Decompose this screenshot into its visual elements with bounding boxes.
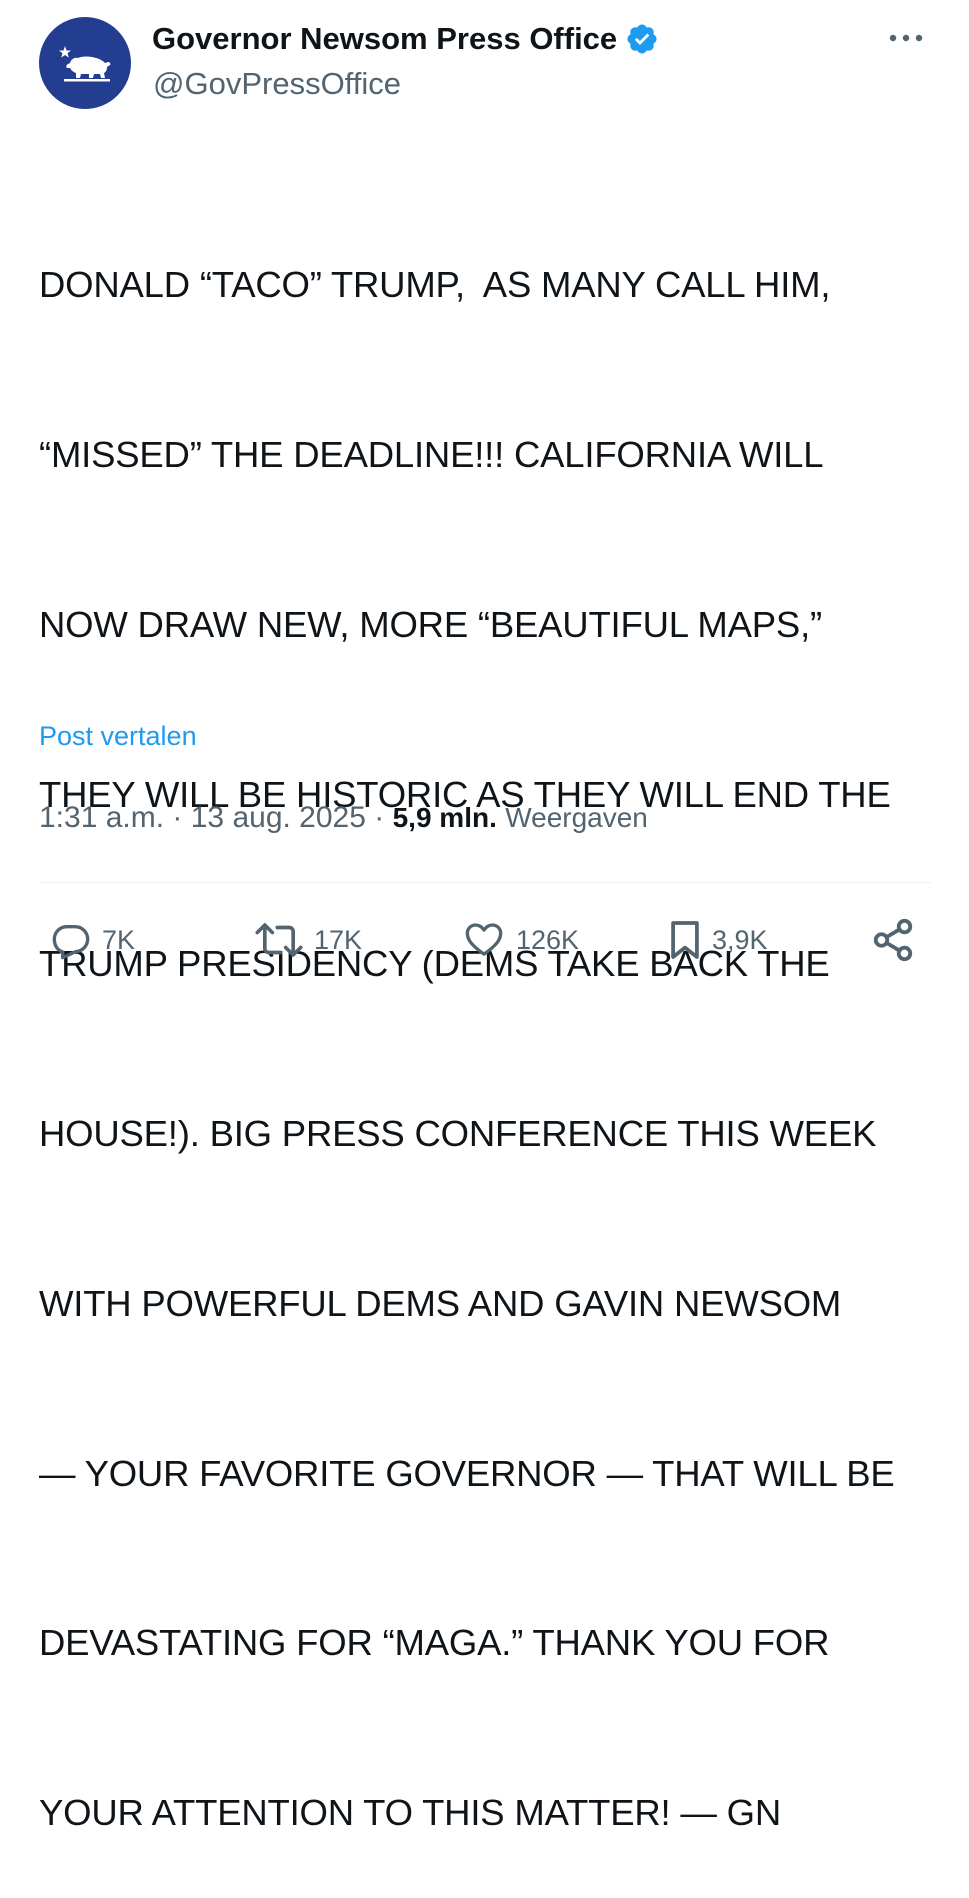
like-count: 126K bbox=[516, 924, 580, 955]
tweet-text-line: NOW DRAW NEW, MORE “BEAUTIFUL MAPS,” bbox=[39, 603, 822, 645]
bookmark-count: 3,9K bbox=[712, 924, 768, 955]
repost-button[interactable]: 17K bbox=[254, 915, 362, 965]
more-options-icon[interactable] bbox=[884, 22, 928, 54]
post-date[interactable]: 13 aug. 2025 bbox=[191, 801, 366, 834]
tweet-text-line: “MISSED” THE DEADLINE!!! CALIFORNIA WILL bbox=[39, 433, 824, 475]
share-button[interactable] bbox=[870, 915, 916, 965]
author-handle[interactable]: @GovPressOffice bbox=[153, 65, 401, 103]
repost-count: 17K bbox=[314, 924, 363, 955]
reply-button[interactable]: 7K bbox=[50, 915, 135, 965]
translate-post-link[interactable]: Post vertalen bbox=[39, 716, 197, 756]
views-count: 5,9 mln. bbox=[392, 802, 497, 833]
tweet-text-line: DEVASTATING FOR “MAGA.” THANK YOU FOR bbox=[39, 1622, 830, 1664]
tweet-text-line: YOUR ATTENTION TO THIS MATTER! — GN bbox=[39, 1792, 781, 1834]
author-display-name[interactable]: Governor Newsom Press Office bbox=[152, 20, 617, 58]
california-bear-icon bbox=[59, 46, 111, 82]
repost-icon bbox=[255, 923, 303, 957]
avatar[interactable] bbox=[39, 17, 131, 109]
divider bbox=[39, 882, 931, 883]
verified-badge-icon[interactable] bbox=[625, 22, 659, 56]
meta-separator: · bbox=[365, 801, 393, 834]
tweet-meta: 1:31 a.m. · 13 aug. 2025 · 5,9 mln. Weer… bbox=[39, 796, 648, 840]
share-icon bbox=[873, 918, 913, 962]
post-time[interactable]: 1:31 a.m. bbox=[39, 801, 164, 834]
bookmark-icon bbox=[671, 921, 699, 959]
author-name-row[interactable]: Governor Newsom Press Office bbox=[152, 20, 659, 58]
tweet-text-line: HOUSE!). BIG PRESS CONFERENCE THIS WEEK bbox=[39, 1113, 877, 1155]
meta-separator: · bbox=[164, 801, 191, 834]
tweet-text-line: WITH POWERFUL DEMS AND GAVIN NEWSOM bbox=[39, 1282, 842, 1324]
reply-icon bbox=[52, 925, 90, 960]
reply-count: 7K bbox=[102, 924, 136, 955]
tweet-text: DONALD “TACO” TRUMP, AS MANY CALL HIM, “… bbox=[39, 144, 939, 1898]
tweet-text-line: DONALD “TACO” TRUMP, AS MANY CALL HIM, bbox=[39, 264, 831, 306]
heart-icon bbox=[465, 923, 503, 956]
views-label: Weergaven bbox=[505, 802, 648, 833]
like-button[interactable]: 126K bbox=[462, 915, 579, 965]
tweet-text-line: — YOUR FAVORITE GOVERNOR — THAT WILL BE bbox=[39, 1452, 895, 1494]
bookmark-button[interactable]: 3,9K bbox=[668, 915, 768, 965]
